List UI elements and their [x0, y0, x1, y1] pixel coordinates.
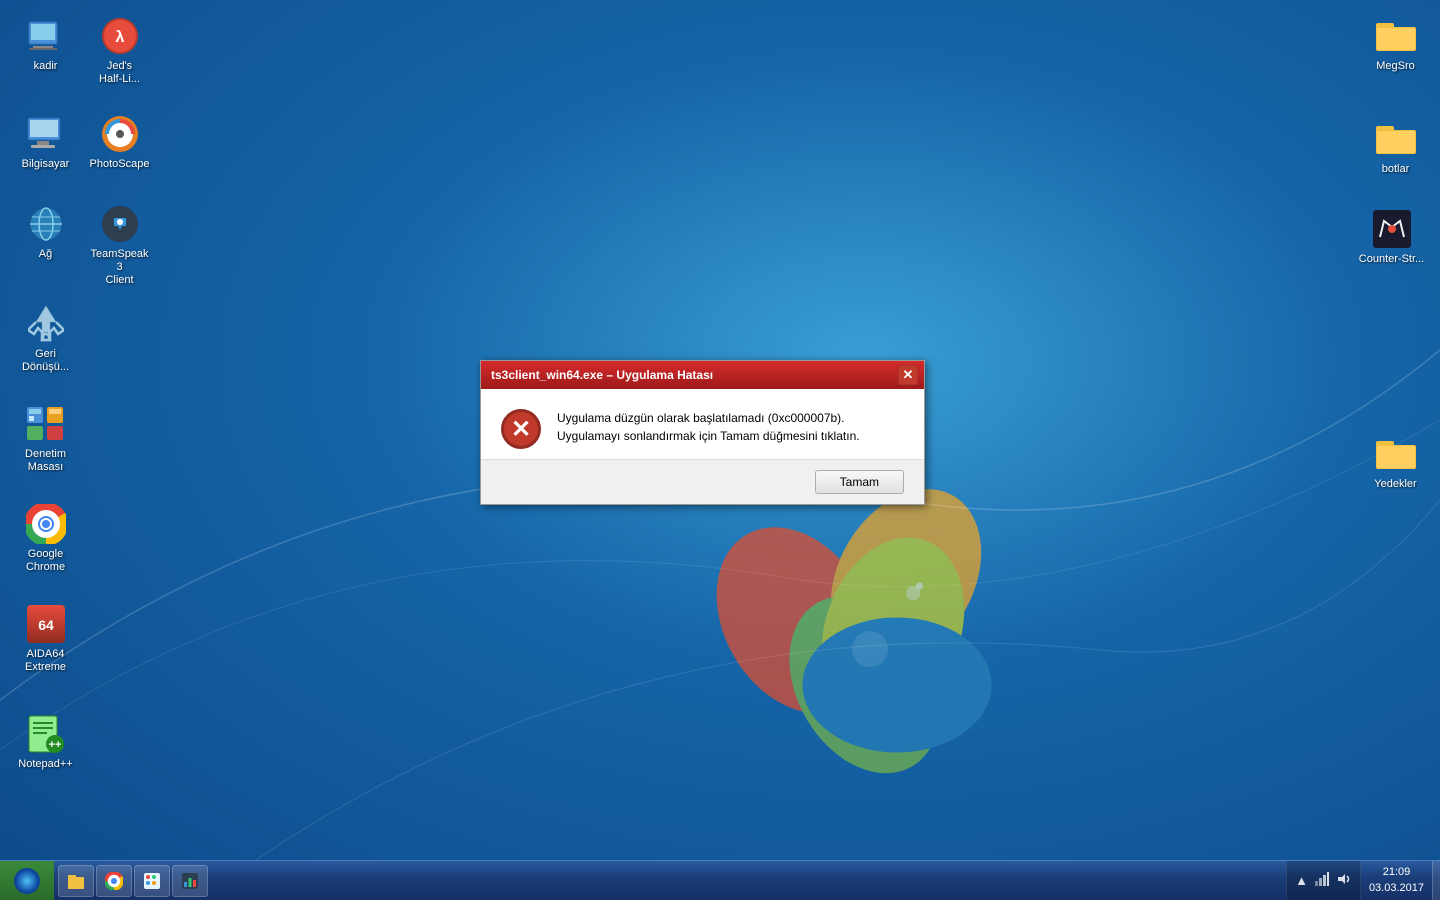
tray-up-arrow[interactable]: ▲ [1295, 873, 1308, 888]
desktop-icon-photoscape[interactable]: PhotoScape [82, 110, 157, 175]
desktop-icon-kadir[interactable]: kadir [8, 12, 83, 77]
counter-icon [1372, 209, 1412, 249]
dialog-body: ✕ Uygulama düzgün olarak başlatılamadı (… [481, 389, 924, 459]
tray-network-icon [1314, 871, 1330, 890]
clock[interactable]: 21:09 03.03.2017 [1361, 861, 1432, 900]
denetim-icon [26, 404, 66, 444]
aida64-label: AIDA64 Extreme [25, 648, 66, 674]
desktop-icon-recycle[interactable]: Geri Dönüşü... [8, 300, 83, 378]
photoscape-icon [100, 114, 140, 154]
desktop-icon-jeds[interactable]: λ Jed's Half-Li... [82, 12, 157, 90]
recycle-label: Geri Dönüşü... [22, 348, 69, 374]
start-button[interactable] [0, 861, 54, 900]
taskbar-chrome[interactable] [96, 865, 132, 897]
counter-label: Counter-Str... [1359, 253, 1424, 266]
error-message: Uygulama düzgün olarak başlatılamadı (0x… [557, 409, 904, 445]
show-desktop-button[interactable] [1432, 861, 1440, 900]
megsro-label: MegSro [1376, 60, 1415, 73]
svg-text:++: ++ [48, 739, 61, 751]
kadir-icon [26, 16, 66, 56]
teamspeak-icon [100, 204, 140, 244]
photoscape-label: PhotoScape [90, 158, 150, 171]
notepadpp-icon: ++ [26, 714, 66, 754]
teamspeak-label: TeamSpeak 3 Client [86, 248, 153, 288]
ag-icon [26, 204, 66, 244]
denetim-label: Denetim Masası [25, 448, 66, 474]
yedekler-label: Yedekler [1374, 478, 1416, 491]
clock-date: 03.03.2017 [1369, 881, 1424, 896]
error-icon: ✕ [501, 409, 541, 449]
error-dialog: ts3client_win64.exe – Uygulama Hatası ✕ … [480, 360, 925, 505]
desktop-icon-aida64[interactable]: 64 AIDA64 Extreme [8, 600, 83, 678]
botlar-icon [1376, 119, 1416, 159]
desktop-icon-notepadpp[interactable]: ++ Notepad++ [8, 710, 83, 775]
megsro-icon [1376, 16, 1416, 56]
tray-volume-icon [1336, 871, 1352, 890]
bilgisayar-icon [26, 114, 66, 154]
jeds-icon: λ [100, 16, 140, 56]
svg-text:λ: λ [115, 29, 124, 46]
dialog-titlebar[interactable]: ts3client_win64.exe – Uygulama Hatası ✕ [481, 361, 924, 389]
dialog-ok-button[interactable]: Tamam [815, 470, 904, 494]
desktop-icon-ag[interactable]: Ağ [8, 200, 83, 265]
system-tray: ▲ [1286, 861, 1361, 900]
taskbar-taskman[interactable] [172, 865, 208, 897]
yedekler-icon [1376, 434, 1416, 474]
notepadpp-label: Notepad++ [18, 758, 72, 771]
dialog-footer: Tamam [481, 459, 924, 504]
desktop-icon-botlar[interactable]: botlar [1358, 115, 1433, 180]
ag-label: Ağ [39, 248, 52, 261]
chrome-icon [26, 504, 66, 544]
taskbar: ▲ 21:09 03.03.2017 [0, 860, 1440, 900]
taskbar-explorer[interactable] [58, 865, 94, 897]
desktop-icon-teamspeak[interactable]: TeamSpeak 3 Client [82, 200, 157, 292]
kadir-label: kadir [34, 60, 58, 73]
taskbar-paint[interactable] [134, 865, 170, 897]
desktop-icon-denetim[interactable]: Denetim Masası [8, 400, 83, 478]
dialog-title: ts3client_win64.exe – Uygulama Hatası [491, 368, 713, 382]
botlar-label: botlar [1382, 163, 1410, 176]
desktop: kadir λ Jed's Half-Li... [0, 0, 1440, 900]
desktop-icon-chrome[interactable]: Google Chrome [8, 500, 83, 578]
desktop-icon-counter[interactable]: Counter-Str... [1354, 205, 1429, 270]
jeds-label: Jed's Half-Li... [99, 60, 140, 86]
desktop-icon-megsro[interactable]: MegSro [1358, 12, 1433, 77]
recycle-icon [26, 304, 66, 344]
desktop-icon-bilgisayar[interactable]: Bilgisayar [8, 110, 83, 175]
bilgisayar-label: Bilgisayar [22, 158, 70, 171]
clock-time: 21:09 [1383, 865, 1411, 880]
svg-text:64: 64 [38, 617, 54, 633]
taskbar-items [58, 861, 1286, 900]
dialog-close-button[interactable]: ✕ [898, 365, 918, 385]
chrome-label: Google Chrome [26, 548, 65, 574]
desktop-icon-yedekler[interactable]: Yedekler [1358, 430, 1433, 495]
aida64-icon: 64 [26, 604, 66, 644]
